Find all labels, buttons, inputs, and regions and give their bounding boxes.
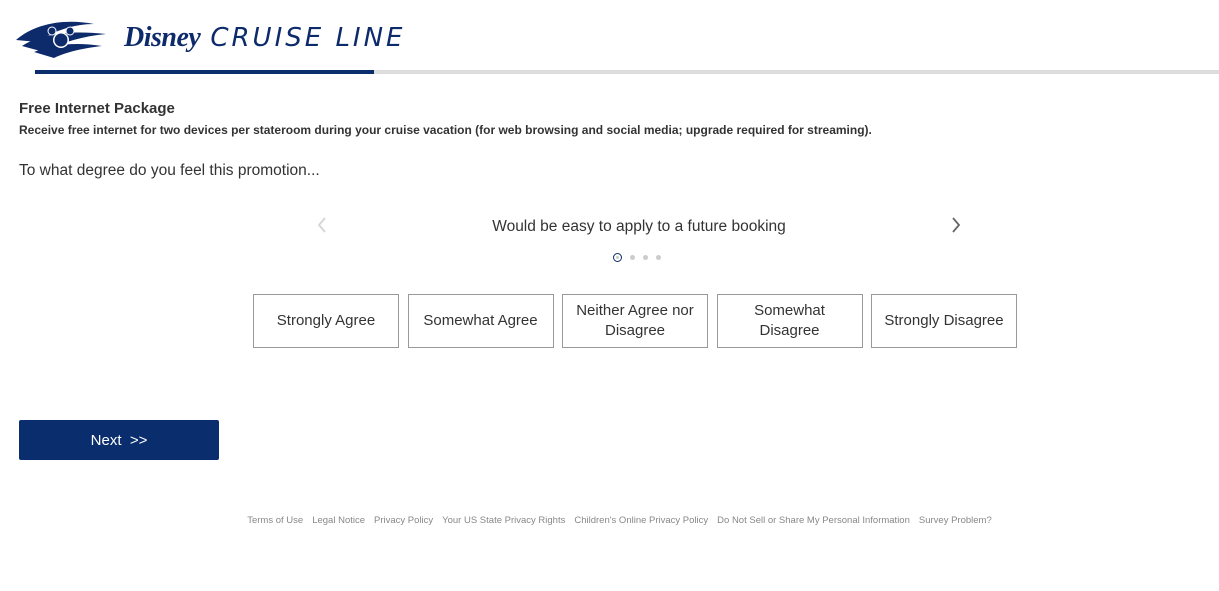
brand-disney-wordmark: Disney — [124, 22, 201, 53]
footer-link-childrens-privacy-policy[interactable]: Children's Online Privacy Policy — [574, 515, 708, 526]
footer-link-us-state-privacy-rights[interactable]: Your US State Privacy Rights — [442, 515, 565, 526]
carousel-pagination — [613, 253, 669, 262]
carousel-dot-1[interactable] — [613, 253, 622, 262]
promotion-title: Free Internet Package — [19, 100, 175, 117]
option-strongly-agree[interactable]: Strongly Agree — [253, 294, 399, 348]
carousel-dot-2[interactable] — [630, 255, 635, 260]
disney-cruise-ship-logo-icon — [16, 21, 106, 58]
promotion-description: Receive free internet for two devices pe… — [19, 123, 872, 137]
footer-link-survey-problem[interactable]: Survey Problem? — [919, 515, 992, 526]
footer-link-privacy-policy[interactable]: Privacy Policy — [374, 515, 433, 526]
survey-progress-fill — [35, 70, 374, 74]
next-button-arrows: >> — [129, 431, 148, 449]
chevron-right-icon — [952, 217, 961, 233]
brand-logo[interactable]: Disney CRUISE LINE — [14, 14, 405, 62]
carousel-next-button[interactable] — [944, 212, 968, 238]
carousel-dot-4[interactable] — [656, 255, 661, 260]
carousel-dot-3[interactable] — [643, 255, 648, 260]
footer-link-legal-notice[interactable]: Legal Notice — [312, 515, 365, 526]
carousel-prev-button[interactable] — [310, 212, 334, 238]
next-button-label: Next — [90, 431, 122, 449]
next-button[interactable]: Next >> — [19, 420, 219, 460]
carousel-statement: Would be easy to apply to a future booki… — [492, 218, 786, 235]
option-somewhat-agree[interactable]: Somewhat Agree — [407, 294, 554, 348]
response-options: Strongly Agree Somewhat Agree Neither Ag… — [253, 294, 1017, 348]
survey-page: Disney CRUISE LINE Free Internet Package… — [0, 0, 1219, 591]
chevron-left-icon — [317, 217, 326, 233]
option-somewhat-disagree[interactable]: Somewhat Disagree — [716, 294, 863, 348]
footer-link-terms-of-use[interactable]: Terms of Use — [247, 515, 303, 526]
question-text: To what degree do you feel this promotio… — [19, 162, 320, 179]
option-neither-agree-nor-disagree[interactable]: Neither Agree nor Disagree — [562, 294, 708, 348]
brand-cruise-line-wordmark: CRUISE LINE — [210, 23, 406, 53]
survey-progress-bar — [35, 70, 1219, 74]
footer-link-do-not-sell[interactable]: Do Not Sell or Share My Personal Informa… — [717, 515, 910, 526]
option-strongly-disagree[interactable]: Strongly Disagree — [871, 294, 1017, 348]
footer-links: Terms of Use Legal Notice Privacy Policy… — [0, 515, 1219, 526]
